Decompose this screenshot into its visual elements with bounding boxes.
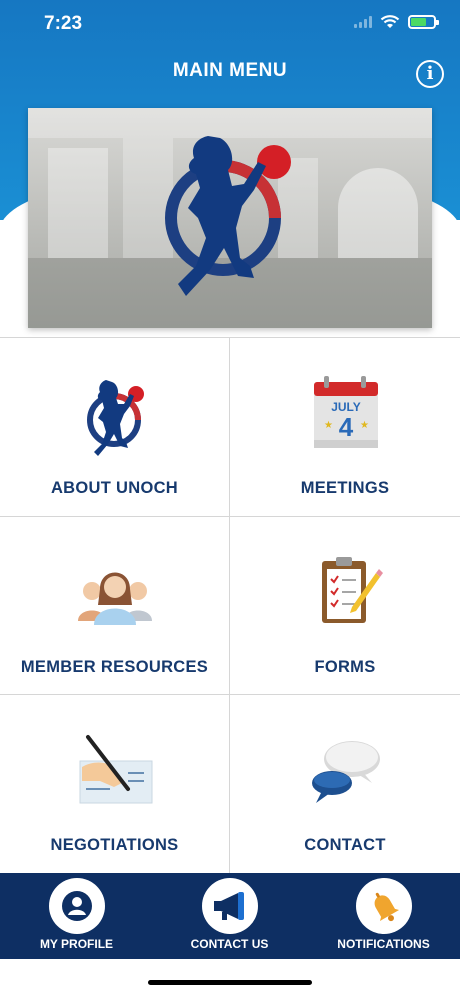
megaphone-icon <box>213 892 244 920</box>
menu-label: FORMS <box>314 658 376 676</box>
user-circle-icon <box>61 891 92 921</box>
signing-pen-icon <box>79 735 152 804</box>
battery-icon <box>408 15 439 29</box>
bottom-tab-bar: MY PROFILE CONTACT US NOTIFICATIONS <box>0 873 460 959</box>
menu-tile-forms[interactable]: FORMS <box>230 517 460 695</box>
hero-banner <box>28 108 432 328</box>
tab-contact-us[interactable]: CONTACT US <box>153 873 306 959</box>
tab-notifications[interactable]: NOTIFICATIONS <box>307 873 460 959</box>
page-title: MAIN MENU <box>172 60 288 81</box>
speech-bubbles-icon <box>312 741 380 803</box>
tab-label: CONTACT US <box>190 937 269 951</box>
menu-tile-member-resources[interactable]: MEMBER RESOURCES <box>0 517 230 695</box>
unoch-logo-icon <box>165 136 291 296</box>
menu-tile-contact[interactable]: CONTACT <box>230 695 460 874</box>
svg-text:★: ★ <box>324 420 333 431</box>
tab-my-profile[interactable]: MY PROFILE <box>0 873 153 959</box>
tab-icon-circle <box>48 878 105 934</box>
menu-tile-negotiations[interactable]: NEGOTIATIONS <box>0 695 230 874</box>
status-bar: 7:23 <box>0 0 460 50</box>
menu-label: MEETINGS <box>300 479 390 497</box>
cellular-signal-icon <box>354 16 372 28</box>
bell-icon <box>374 892 399 922</box>
tab-label: NOTIFICATIONS <box>337 937 430 951</box>
clipboard-checklist-icon <box>322 557 383 623</box>
menu-tile-meetings[interactable]: JULY 4 ★ ★ MEETINGS <box>230 338 460 517</box>
menu-label: NEGOTIATIONS <box>50 836 179 854</box>
tab-icon-circle <box>355 878 412 934</box>
menu-tile-about-unoch[interactable]: ABOUT UNOCH <box>0 338 230 517</box>
tab-label: MY PROFILE <box>39 937 114 951</box>
people-group-icon <box>77 572 152 625</box>
svg-text:★: ★ <box>360 420 369 431</box>
calendar-icon: JULY 4 ★ ★ <box>314 376 378 448</box>
unoch-logo-icon <box>86 380 144 456</box>
home-indicator[interactable] <box>148 980 312 985</box>
menu-label: MEMBER RESOURCES <box>20 658 209 676</box>
wifi-icon <box>380 15 400 28</box>
calendar-day: 4 <box>339 412 354 442</box>
tab-icon-circle <box>201 878 258 934</box>
info-circle-icon[interactable]: i <box>416 60 444 88</box>
menu-label: ABOUT UNOCH <box>50 479 179 497</box>
status-icons <box>354 15 439 29</box>
menu-grid: ABOUT UNOCH JULY 4 ★ ★ MEETINGS MEMBER R… <box>0 337 460 874</box>
menu-label: CONTACT <box>304 836 386 854</box>
status-time: 7:23 <box>44 13 83 34</box>
